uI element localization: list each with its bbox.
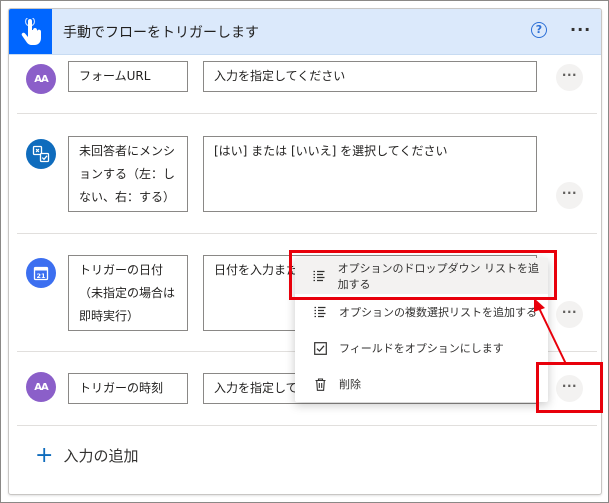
annotation-arrow (534, 298, 567, 365)
